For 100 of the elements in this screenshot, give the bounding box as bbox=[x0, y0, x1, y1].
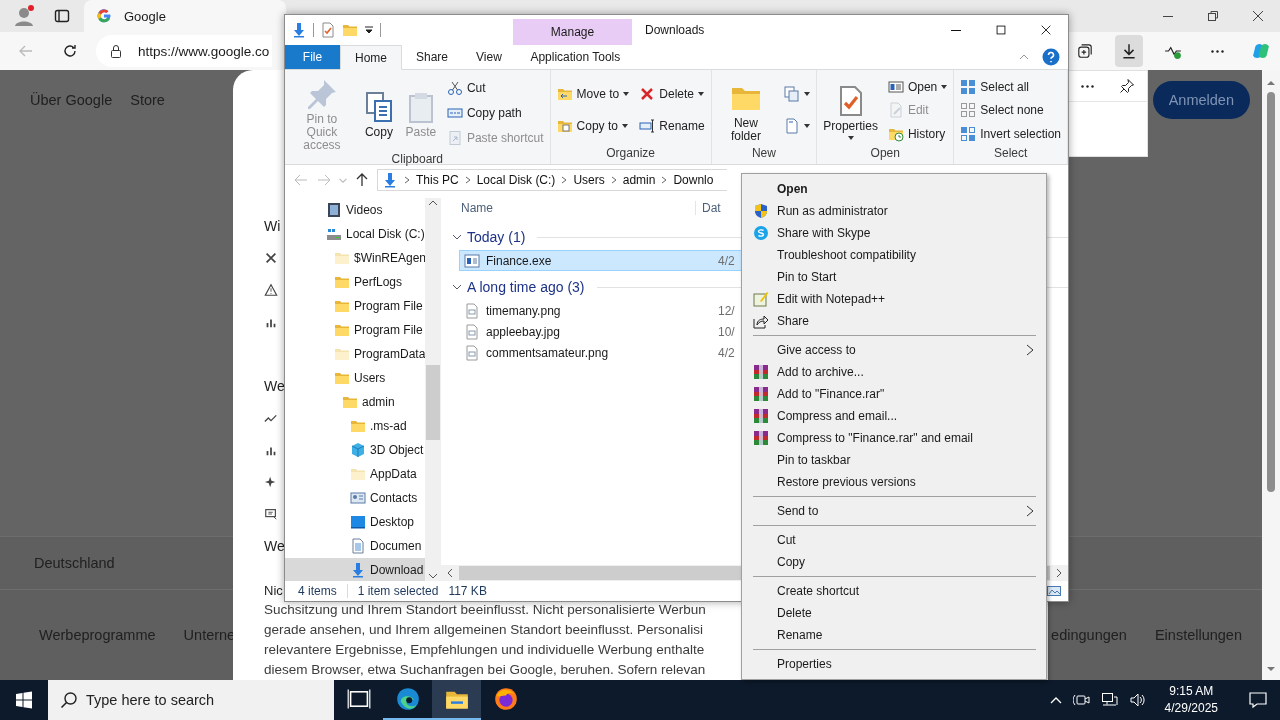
ribbon-button[interactable]: Select all bbox=[958, 75, 1063, 98]
menu-item[interactable]: Pin to taskbar bbox=[744, 449, 1044, 471]
search-field[interactable]: Type here to search bbox=[48, 680, 334, 720]
share-icon bbox=[753, 313, 769, 329]
nav-item[interactable]: Local Disk (C:) bbox=[285, 222, 425, 246]
ribbon-tab[interactable]: Application Tools bbox=[515, 45, 635, 69]
nav-item[interactable]: Users bbox=[285, 366, 425, 390]
checklist-icon[interactable] bbox=[320, 22, 336, 38]
column-header[interactable]: Dat bbox=[702, 201, 721, 215]
file-row[interactable]: appleebay.jpg 10/ bbox=[459, 321, 742, 342]
ribbon-button[interactable]: Cut bbox=[444, 77, 546, 99]
menu-item[interactable]: Pin to Start bbox=[744, 266, 1044, 288]
breadcrumb-item[interactable]: Local Disk (C:) bbox=[476, 173, 556, 187]
menu-item[interactable]: Give access to bbox=[744, 339, 1044, 361]
nav-item[interactable]: 3D Object bbox=[285, 438, 425, 462]
column-header[interactable]: Name bbox=[461, 201, 493, 215]
downloads-button[interactable] bbox=[1115, 35, 1143, 67]
avatar-icon[interactable] bbox=[12, 4, 36, 28]
folder-icon bbox=[350, 418, 366, 434]
ribbon-button[interactable]: Delete bbox=[637, 83, 707, 106]
ribbon-button[interactable]: Properties bbox=[821, 80, 880, 140]
tab-list-icon[interactable] bbox=[54, 8, 70, 24]
nav-item[interactable]: Download bbox=[285, 558, 425, 581]
up-arrow-icon[interactable] bbox=[1266, 78, 1276, 88]
breadcrumb-item[interactable]: admin bbox=[622, 173, 656, 187]
breadcrumb-item[interactable]: Users bbox=[573, 173, 605, 187]
group-header[interactable]: A long time ago (3) bbox=[467, 279, 585, 295]
clock-date[interactable]: 4/29/2025 bbox=[1164, 700, 1218, 717]
nav-item[interactable]: .ms-ad bbox=[285, 414, 425, 438]
sign-in-button[interactable]: Anmelden bbox=[1152, 81, 1250, 119]
menu-item[interactable]: Share with Skype bbox=[744, 222, 1044, 244]
network-icon[interactable] bbox=[1100, 691, 1119, 709]
nav-item[interactable]: AppData bbox=[285, 462, 425, 486]
address-field[interactable]: https://www.google.co bbox=[96, 35, 272, 67]
nav-item[interactable]: ProgramData bbox=[285, 342, 425, 366]
menu-item[interactable]: Create shortcut bbox=[744, 580, 1044, 602]
browser-tab[interactable]: Google bbox=[84, 0, 286, 32]
file-row[interactable]: commentsamateur.png 4/2 bbox=[459, 342, 742, 363]
menu-item[interactable]: Restore previous versions bbox=[744, 471, 1044, 493]
group-header[interactable]: Today (1) bbox=[467, 229, 526, 245]
file-row[interactable]: timemany.png 12/ bbox=[459, 300, 742, 321]
menu-item[interactable]: Run as administrator bbox=[744, 200, 1044, 222]
scrollbar[interactable] bbox=[1262, 70, 1280, 680]
address-bar[interactable]: This PC Local Disk (C:) Users admin Downlo bbox=[377, 169, 727, 191]
menu-item[interactable]: Edit with Notepad++ bbox=[744, 288, 1044, 310]
more-button[interactable] bbox=[1079, 82, 1097, 90]
menu-item[interactable]: Compress and email... bbox=[744, 405, 1044, 427]
down-arrow-icon[interactable] bbox=[1266, 664, 1276, 674]
menu-item[interactable]: Copy bbox=[744, 551, 1044, 573]
menu-item[interactable]: Share bbox=[744, 310, 1044, 332]
menu-item[interactable]: Add to archive... bbox=[744, 361, 1044, 383]
ribbon-group-label: Organize bbox=[605, 146, 656, 162]
ribbon-button[interactable]: Invert selection bbox=[958, 122, 1063, 145]
nav-item[interactable]: Program File bbox=[285, 318, 425, 342]
ribbon-button[interactable]: Copy path bbox=[444, 102, 546, 124]
nav-item[interactable]: PerfLogs bbox=[285, 270, 425, 294]
archive-icon bbox=[753, 364, 769, 380]
ribbon-button[interactable]: New folder bbox=[715, 77, 777, 143]
nav-item[interactable]: Videos bbox=[285, 198, 425, 222]
scissors-icon bbox=[446, 80, 463, 96]
scrollbar-thumb[interactable] bbox=[1267, 92, 1275, 492]
ribbon-button[interactable]: Select none bbox=[958, 99, 1063, 121]
ribbon-button[interactable]: Rename bbox=[637, 114, 707, 137]
down-arrow-icon[interactable] bbox=[291, 22, 307, 38]
volume-icon[interactable] bbox=[1128, 691, 1147, 709]
ribbon-button[interactable]: Move to bbox=[554, 83, 632, 106]
ribbon-tab[interactable]: Share bbox=[402, 45, 463, 69]
menu-item[interactable]: Delete bbox=[744, 602, 1044, 624]
ribbon-tab[interactable]: View bbox=[462, 45, 516, 69]
nav-item[interactable]: Documen bbox=[285, 534, 425, 558]
menu-item[interactable]: Add to "Finance.rar" bbox=[744, 383, 1044, 405]
help-icon[interactable] bbox=[1042, 48, 1060, 66]
menu-item[interactable]: Compress to "Finance.rar" and email bbox=[744, 427, 1044, 449]
file-row[interactable]: Finance.exe 4/2 bbox=[459, 250, 742, 271]
breadcrumb-item[interactable]: This PC bbox=[416, 173, 459, 187]
nav-item[interactable]: $WinREAgen bbox=[285, 246, 425, 270]
ribbon-tab[interactable]: Home bbox=[340, 45, 402, 70]
menu-item[interactable]: Open bbox=[744, 178, 1044, 200]
menu-item[interactable]: Cut bbox=[744, 529, 1044, 551]
view-icon[interactable] bbox=[1046, 583, 1062, 599]
menu-item[interactable]: Rename bbox=[744, 624, 1044, 646]
scrollbar-thumb[interactable] bbox=[426, 365, 440, 440]
menu-item[interactable]: Properties bbox=[744, 653, 1044, 675]
folder-app-button[interactable] bbox=[432, 680, 481, 720]
ribbon-button[interactable]: History bbox=[885, 122, 950, 145]
ribbon-button[interactable]: Copy to bbox=[554, 114, 632, 137]
nav-item[interactable]: Contacts bbox=[285, 486, 425, 510]
nav-item[interactable]: Program File bbox=[285, 294, 425, 318]
menu-item[interactable]: Send to bbox=[744, 500, 1044, 522]
nav-item[interactable]: admin bbox=[285, 390, 425, 414]
caret-icon[interactable] bbox=[364, 25, 374, 35]
scrollbar[interactable] bbox=[425, 198, 441, 581]
menu-item[interactable]: Troubleshoot compatibility bbox=[744, 244, 1044, 266]
ribbon-button[interactable]: Copy bbox=[360, 87, 397, 139]
more-icon bbox=[1210, 49, 1224, 53]
breadcrumb-item[interactable]: Downlo bbox=[673, 173, 714, 187]
clock-time[interactable]: 9:15 AM bbox=[1169, 683, 1214, 700]
ribbon-tab[interactable]: File bbox=[285, 45, 340, 69]
nav-item[interactable]: Desktop bbox=[285, 510, 425, 534]
ribbon-button[interactable]: Open bbox=[885, 75, 950, 98]
